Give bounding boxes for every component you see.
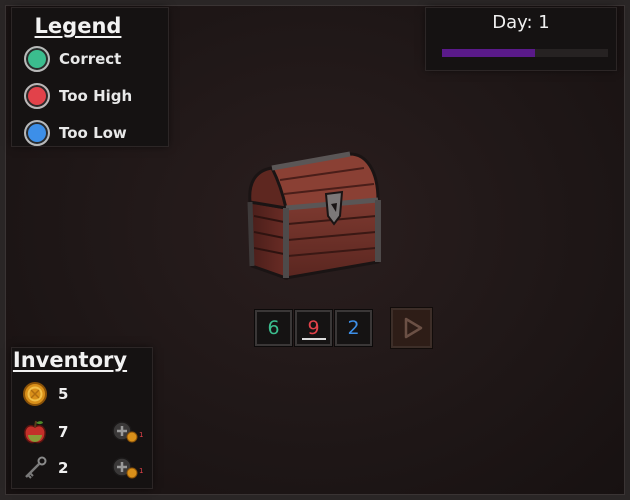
- apple-cost: 1: [139, 431, 144, 439]
- buy-apple-button[interactable]: 1: [112, 421, 148, 445]
- apple-icon: [24, 420, 46, 444]
- digit-value: 9: [307, 317, 320, 339]
- key-count: 2: [58, 459, 69, 477]
- coin-icon: [23, 382, 47, 406]
- inventory-panel: Inventory 5 7 1 2 1: [12, 348, 152, 488]
- too-low-color-icon: [24, 120, 50, 146]
- legend-item-too-high: Too High: [24, 81, 132, 111]
- day-counter: Day: 1: [492, 12, 550, 33]
- legend-label-too-high: Too High: [59, 87, 133, 105]
- apple-count: 7: [58, 423, 69, 441]
- text-cursor: [302, 338, 326, 340]
- legend-item-correct: Correct: [24, 44, 121, 74]
- inventory-item-coins: 5: [22, 379, 68, 409]
- legend-label-too-low: Too Low: [59, 124, 127, 142]
- inventory-title: Inventory: [12, 348, 128, 372]
- play-arrow-icon: [404, 317, 423, 339]
- legend-label-correct: Correct: [59, 50, 122, 68]
- digit-value: 6: [267, 317, 280, 339]
- digit-slot-2[interactable]: 9: [295, 310, 332, 346]
- day-progress-bar: [442, 49, 608, 57]
- treasure-chest-icon: [247, 151, 381, 281]
- coin-count: 5: [58, 385, 69, 403]
- correct-color-icon: [24, 46, 50, 72]
- digit-value: 2: [347, 317, 360, 339]
- day-panel: Day: 1: [426, 8, 616, 70]
- inventory-item-keys: 2: [22, 453, 68, 483]
- legend-title: Legend: [34, 14, 122, 38]
- day-progress-fill: [442, 49, 535, 57]
- legend-item-too-low: Too Low: [24, 118, 127, 148]
- submit-guess-button[interactable]: [391, 308, 432, 348]
- key-icon: [25, 456, 47, 479]
- digit-slot-3[interactable]: 2: [335, 310, 372, 346]
- buy-key-button[interactable]: 1: [112, 457, 148, 481]
- inventory-item-apples: 7: [22, 417, 68, 447]
- legend-panel: Legend Correct Too High Too Low: [12, 8, 168, 146]
- digit-slot-1[interactable]: 6: [255, 310, 292, 346]
- key-cost: 1: [139, 467, 144, 475]
- too-high-color-icon: [24, 83, 50, 109]
